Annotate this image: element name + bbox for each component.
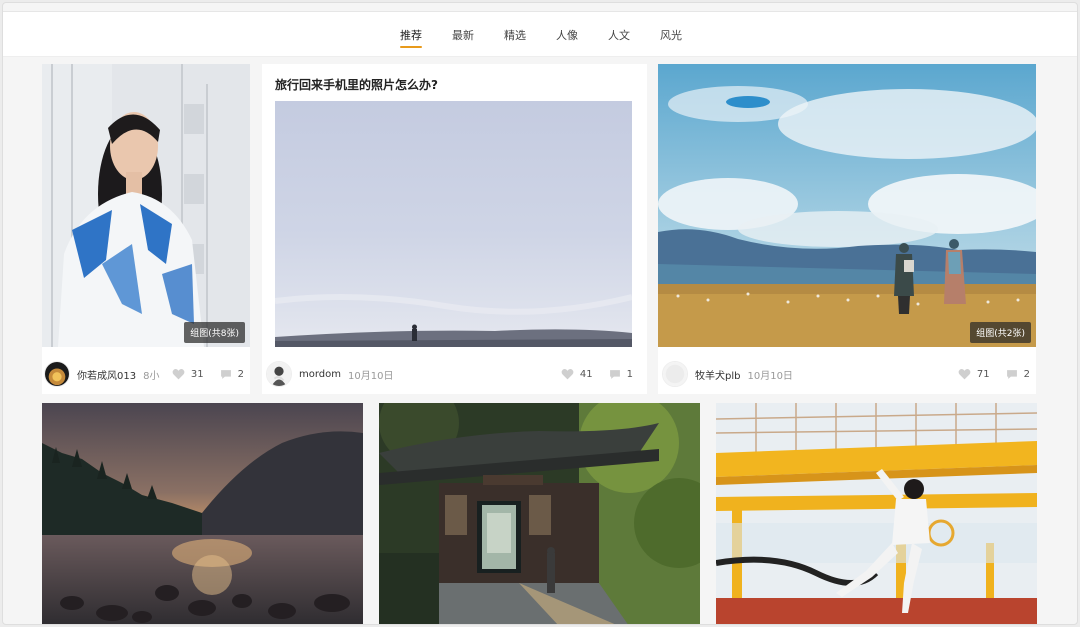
tab-landscape[interactable]: 风光 xyxy=(660,21,682,49)
like-button[interactable]: 41 xyxy=(561,368,593,380)
heart-icon xyxy=(172,369,185,380)
card-meta: 牧羊犬plb 10月10日 71 2 xyxy=(658,354,1036,394)
tab-latest[interactable]: 最新 xyxy=(452,21,474,49)
card-photo[interactable] xyxy=(275,101,632,347)
avatar[interactable] xyxy=(662,361,688,387)
like-count: 41 xyxy=(579,368,593,380)
card-photo[interactable]: 组图(共2张) xyxy=(658,64,1036,347)
category-nav-bar: 推荐 最新 精选 人像 人文 风光 xyxy=(3,11,1077,58)
post-date: 10月10日 xyxy=(747,370,793,382)
photo-card-portrait[interactable]: 组图(共8张) 你若成风013 8小 31 2 xyxy=(42,64,250,394)
like-count: 71 xyxy=(976,368,990,380)
comment-icon xyxy=(220,369,231,379)
card-photo[interactable] xyxy=(379,403,700,624)
card-photo[interactable] xyxy=(42,403,363,624)
tab-portrait[interactable]: 人像 xyxy=(556,21,578,49)
photo-count-badge: 组图(共2张) xyxy=(970,322,1031,343)
photo-card-article[interactable]: 旅行回来手机里的照片怎么办? mordom 10月10日 41 1 xyxy=(262,64,647,394)
author-name[interactable]: 你若成风013 xyxy=(77,367,136,382)
comment-icon xyxy=(1006,369,1017,379)
card-photo[interactable] xyxy=(716,403,1037,624)
like-button[interactable]: 31 xyxy=(172,368,204,380)
card-meta: mordom 10月10日 41 1 xyxy=(262,354,647,394)
tab-featured[interactable]: 精选 xyxy=(504,21,526,49)
comment-icon xyxy=(609,369,620,379)
like-button[interactable]: 71 xyxy=(958,368,990,380)
avatar[interactable] xyxy=(266,361,292,387)
comment-count: 1 xyxy=(626,368,633,380)
card-photo[interactable]: 组图(共8张) xyxy=(42,64,250,347)
card-title[interactable]: 旅行回来手机里的照片怎么办? xyxy=(275,76,438,93)
like-count: 31 xyxy=(190,368,204,380)
card-meta: 你若成风013 8小 31 2 xyxy=(42,354,250,394)
photo-card-pavilion[interactable] xyxy=(379,403,700,624)
comment-count: 2 xyxy=(1023,368,1030,380)
post-time: 8小 xyxy=(143,370,160,382)
comment-button[interactable]: 2 xyxy=(220,369,244,380)
author-name[interactable]: mordom xyxy=(299,369,341,380)
photo-card-landscape[interactable]: 组图(共2张) 牧羊犬plb 10月10日 71 2 xyxy=(658,64,1036,394)
author-name[interactable]: 牧羊犬plb xyxy=(695,367,740,382)
category-tabs: 推荐 最新 精选 人像 人文 风光 xyxy=(3,12,1077,58)
comment-button[interactable]: 1 xyxy=(609,369,633,380)
heart-icon xyxy=(561,369,574,380)
comment-count: 2 xyxy=(237,368,244,380)
photo-card-lake-dusk[interactable] xyxy=(42,403,363,624)
tab-recommended[interactable]: 推荐 xyxy=(400,21,422,49)
heart-icon xyxy=(958,369,971,380)
avatar[interactable] xyxy=(44,361,70,387)
photo-count-badge: 组图(共8张) xyxy=(184,322,245,343)
post-date: 10月10日 xyxy=(348,370,394,382)
app-frame: 推荐 最新 精选 人像 人文 风光 组图(共8张) 你若成风013 8小 31 … xyxy=(2,2,1078,625)
tab-humanities[interactable]: 人文 xyxy=(608,21,630,49)
photo-card-yellow-structure[interactable] xyxy=(716,403,1037,624)
comment-button[interactable]: 2 xyxy=(1006,369,1030,380)
